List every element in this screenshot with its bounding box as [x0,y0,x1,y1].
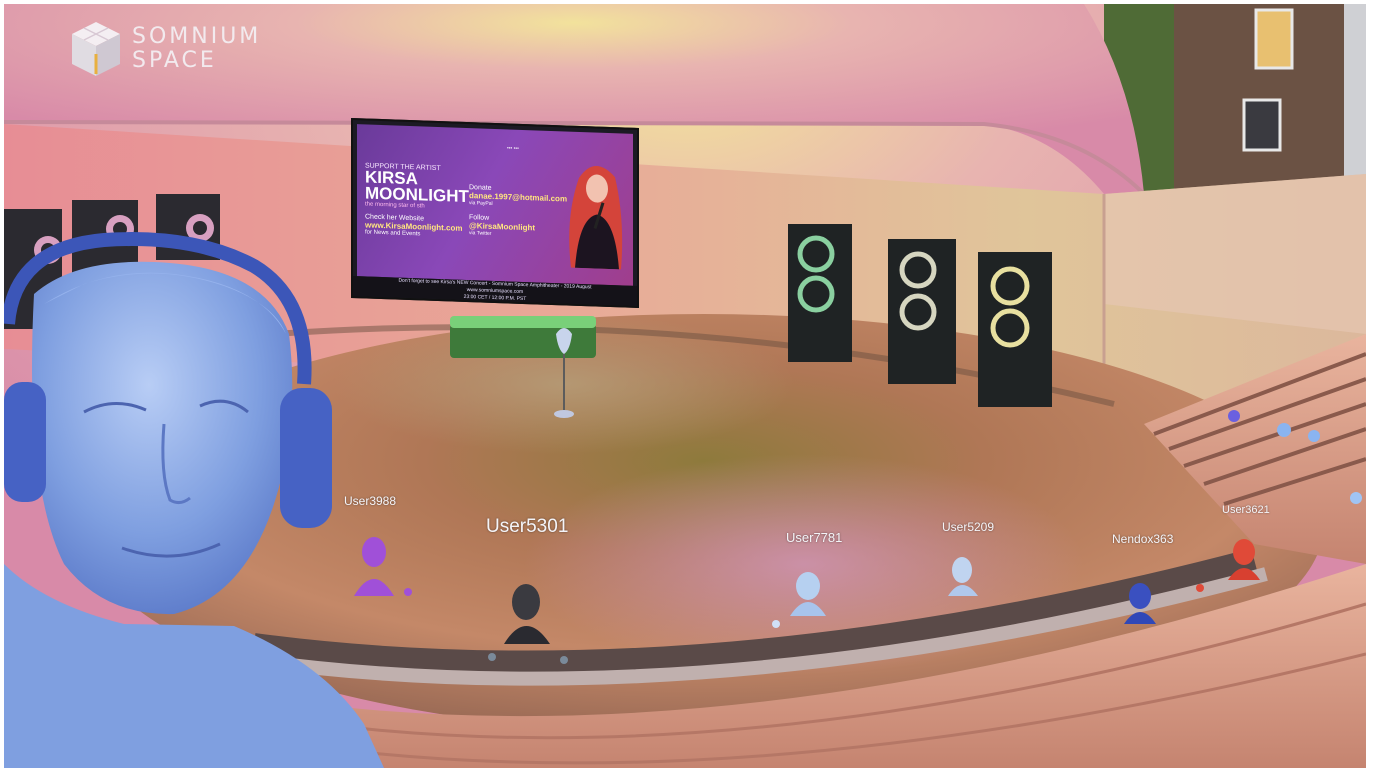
concert-screen: ••• ••• SUPPORT THE ARTIST KIRSA MOONLIG… [351,117,639,309]
somnium-space-logo: SOMNIUM SPACE [68,18,261,80]
username-label: User5209 [942,520,995,534]
screen-poster: ••• ••• SUPPORT THE ARTIST KIRSA MOONLIG… [357,124,633,286]
screen-left-column: SUPPORT THE ARTIST KIRSA MOONLIGHT the m… [365,162,469,238]
brand-name-line1: SOMNIUM [132,24,262,49]
speaker-right-1 [788,224,852,362]
game-viewport[interactable]: SOMNIUM SPACE ••• ••• SUPPORT THE ARTIST… [4,4,1366,768]
amphitheater-scene [4,4,1366,768]
window-lit [1254,8,1294,70]
stage-desk [450,316,596,358]
speaker-right-3 [978,252,1052,407]
username-label: User7781 [786,530,843,545]
username-label: Nendox363 [1112,532,1174,546]
username-label: User3621 [1222,504,1270,516]
username-label: User5301 [486,516,569,537]
username-label: User3988 [344,494,397,508]
screen-middle-column: Donate danae.1997@hotmail.com via PayPal… [469,184,567,239]
window-dark [1242,98,1282,152]
brand-name-line2: SPACE [132,48,217,73]
singer-photo [569,166,623,270]
speaker-right-2 [888,239,956,384]
artist-title: KIRSA MOONLIGHT [365,167,469,207]
cube-logo-icon [72,22,120,76]
screen-tagline: ••• ••• [507,145,519,152]
